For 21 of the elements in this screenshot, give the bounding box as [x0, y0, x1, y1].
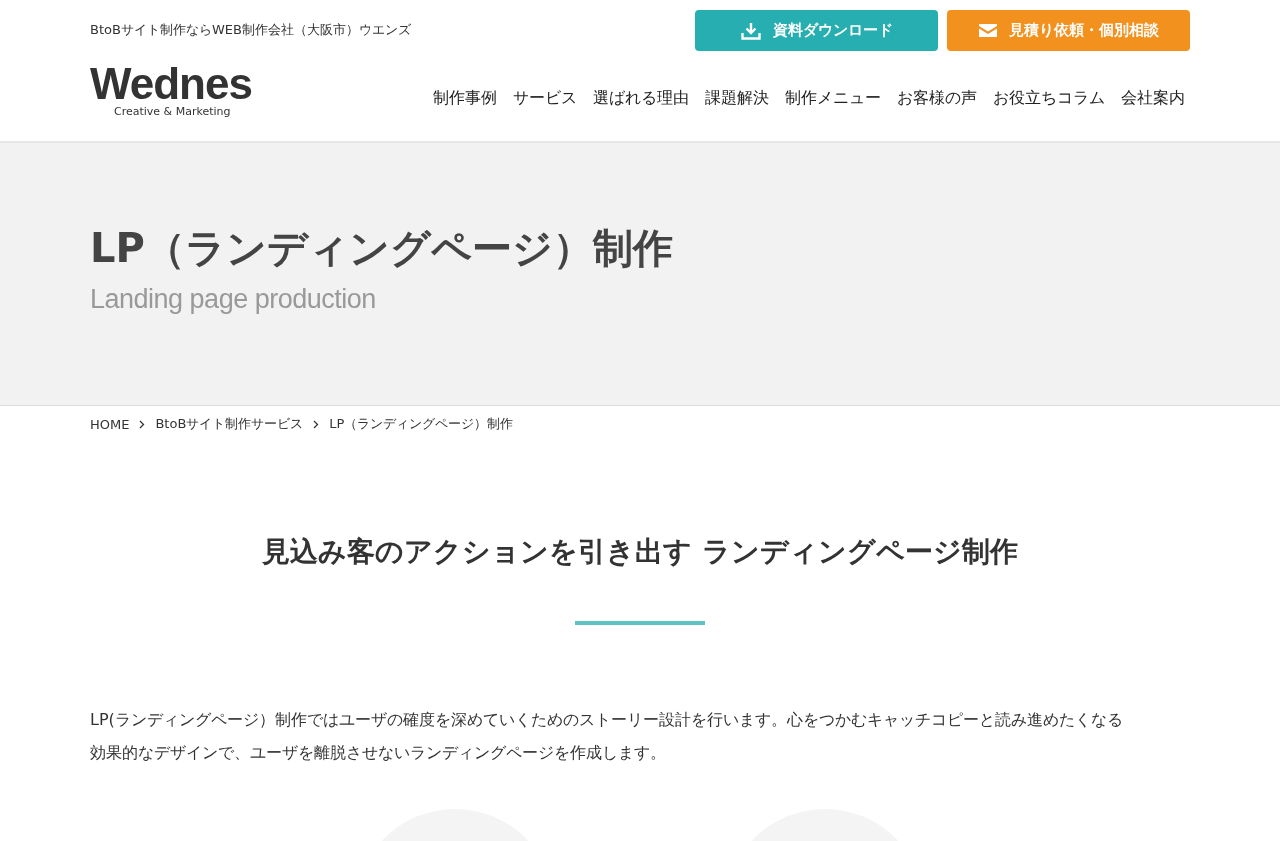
- download-icon: [740, 21, 761, 40]
- page-subtitle: Landing page production: [90, 284, 377, 315]
- chevron-icon: [313, 419, 320, 429]
- breadcrumb-link[interactable]: BtoBサイト制作サービス: [155, 415, 304, 433]
- nav-link[interactable]: 課題解決: [705, 88, 769, 109]
- intro-paragraph: LP(ランディングページ）制作ではユーザの確度を深めていくためのストーリー設計を行います。心をつかむキャッチコピーと読み進めたくなる 効果的なデザインで、ユーザを離脱させないランディングページを作成します。: [90, 709, 1124, 764]
- site-tagline: BtoBサイト制作ならWEB制作会社（大阪市）ウエンズ: [90, 21, 411, 39]
- logo-link[interactable]: Wednes Creative & Marketing: [90, 65, 256, 118]
- chevron-icon: [139, 419, 146, 429]
- nav-link[interactable]: サービス: [513, 88, 577, 109]
- nav-link[interactable]: 会社案内: [1121, 88, 1185, 109]
- nav-link[interactable]: 選ばれる理由: [593, 88, 689, 109]
- page-title: LP（ランディングページ）制作: [90, 224, 674, 273]
- nav-link[interactable]: お客様の声: [897, 88, 977, 109]
- nav-link[interactable]: お役立ちコラム: [993, 88, 1105, 109]
- breadcrumb-current: LP（ランディングページ）制作: [329, 415, 514, 433]
- breadcrumb-link[interactable]: HOME: [90, 416, 130, 432]
- nav-link[interactable]: 制作事例: [433, 88, 497, 109]
- mail-icon: [978, 24, 997, 37]
- nav-link[interactable]: 制作メニュー: [785, 88, 881, 109]
- section-heading: 見込み客のアクションを引き出す ランディングページ制作: [262, 534, 1018, 570]
